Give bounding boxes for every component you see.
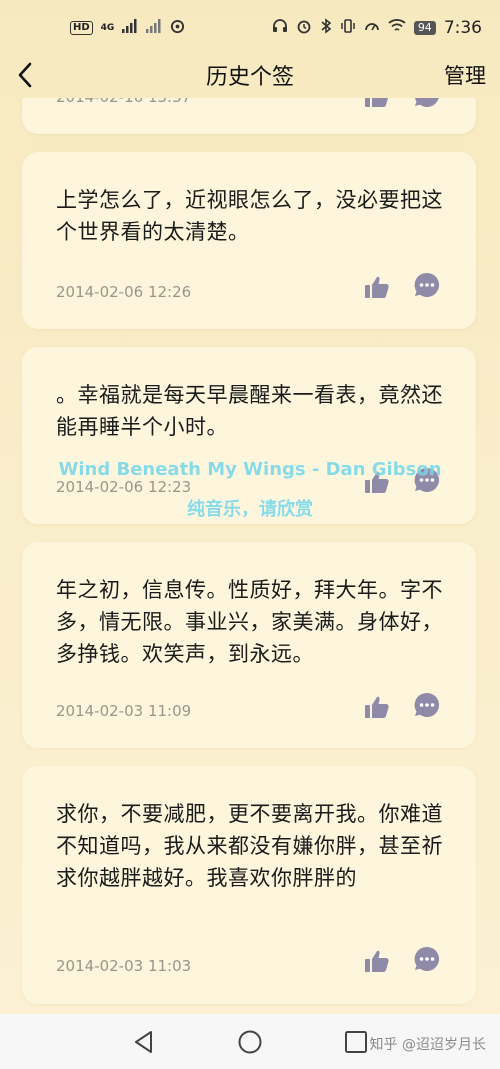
hd-indicator: HD <box>70 21 93 35</box>
comment-icon <box>415 98 439 107</box>
alarm-icon <box>296 18 312 38</box>
vibrate-icon <box>340 18 356 38</box>
speed-icon <box>364 18 380 38</box>
music-overlay-subtitle: 纯音乐，请欣赏 <box>187 499 313 520</box>
like-button[interactable] <box>362 98 392 111</box>
comment-icon <box>414 946 440 971</box>
status-time: 7:36 <box>443 18 482 38</box>
comment-button[interactable] <box>412 690 442 720</box>
signature-date: 2014-02-03 11:09 <box>56 702 192 720</box>
signature-date: 2014-02-16 13:37 <box>56 98 191 106</box>
square-recents-icon <box>345 1031 367 1053</box>
signature-text: 上学怎么了，近视眼怎么了，没必要把这个世界看的太清楚。 <box>56 188 443 244</box>
comment-button[interactable] <box>412 98 442 110</box>
signature-text: 年之初，信息传。性质好，拜大年。字不多，情无限。事业兴，家美满。身体好，多挣钱。… <box>56 578 443 666</box>
signature-card: 上学怎么了，近视眼怎么了，没必要把这个世界看的太清楚。 2014-02-06 1… <box>22 152 476 329</box>
page-title: 历史个签 <box>205 65 294 90</box>
thumbs-up-icon <box>365 950 389 972</box>
signature-card: 求你，不要减肥，更不要离开我。你难道不知道吗，我从来都没有嫌你胖，甚至祈求你越胖… <box>22 766 476 1004</box>
nav-recents-button[interactable] <box>342 1028 370 1056</box>
zhihu-watermark: 知乎 @迢迢岁月长 <box>369 1037 486 1053</box>
like-button[interactable] <box>362 692 392 722</box>
signature-date: 2014-02-06 12:26 <box>56 283 192 301</box>
nav-home-button[interactable] <box>236 1028 264 1056</box>
headphones-icon <box>272 18 288 38</box>
comment-button[interactable] <box>412 270 442 300</box>
thumbs-up-icon <box>365 98 389 107</box>
status-left: HD 4G <box>70 19 185 38</box>
comment-icon <box>414 272 440 297</box>
thumbs-up-icon <box>365 696 389 718</box>
sync-icon <box>170 19 185 38</box>
music-overlay-title: Wind Beneath My Wings - Dan Gibson <box>58 459 442 480</box>
triangle-back-icon <box>135 1031 152 1053</box>
back-button[interactable] <box>10 58 40 92</box>
battery-indicator: 94 <box>413 21 436 35</box>
system-nav-bar: 知乎 @迢迢岁月长 <box>0 1014 500 1069</box>
status-right: 94 7:36 <box>272 18 482 38</box>
comment-button[interactable] <box>412 944 442 974</box>
like-button[interactable] <box>362 946 392 976</box>
comment-icon <box>414 692 440 717</box>
signature-history-list[interactable]: 2014-02-16 13:37 上学怎么了，近视眼怎么了，没必要把这个世界看的… <box>0 98 500 1014</box>
network-type: 4G <box>100 23 115 33</box>
manage-button[interactable]: 管理 <box>444 60 486 90</box>
status-bar: HD 4G 94 7:36 <box>0 0 500 56</box>
signal-icon-2 <box>146 19 162 37</box>
circle-home-icon <box>238 1030 262 1054</box>
bluetooth-icon <box>320 18 332 38</box>
signal-icon <box>122 19 138 37</box>
nav-back-button[interactable] <box>130 1028 158 1056</box>
signature-text: 求你，不要减肥，更不要离开我。你难道不知道吗，我从来都没有嫌你胖，甚至祈求你越胖… <box>56 802 443 890</box>
signature-card: 2014-02-16 13:37 <box>22 98 476 134</box>
chevron-left-icon <box>18 62 32 88</box>
header: 历史个签 管理 <box>0 52 500 98</box>
signature-date: 2014-02-06 12:23 <box>56 478 192 496</box>
signature-date: 2014-02-03 11:03 <box>56 957 192 975</box>
wifi-icon <box>388 19 406 37</box>
signature-text: 。幸福就是每天早晨醒来一看表，竟然还能再睡半个小时。 <box>56 383 443 439</box>
thumbs-up-icon <box>365 276 389 298</box>
signature-card: 年之初，信息传。性质好，拜大年。字不多，情无限。事业兴，家美满。身体好，多挣钱。… <box>22 542 476 748</box>
like-button[interactable] <box>362 272 392 302</box>
